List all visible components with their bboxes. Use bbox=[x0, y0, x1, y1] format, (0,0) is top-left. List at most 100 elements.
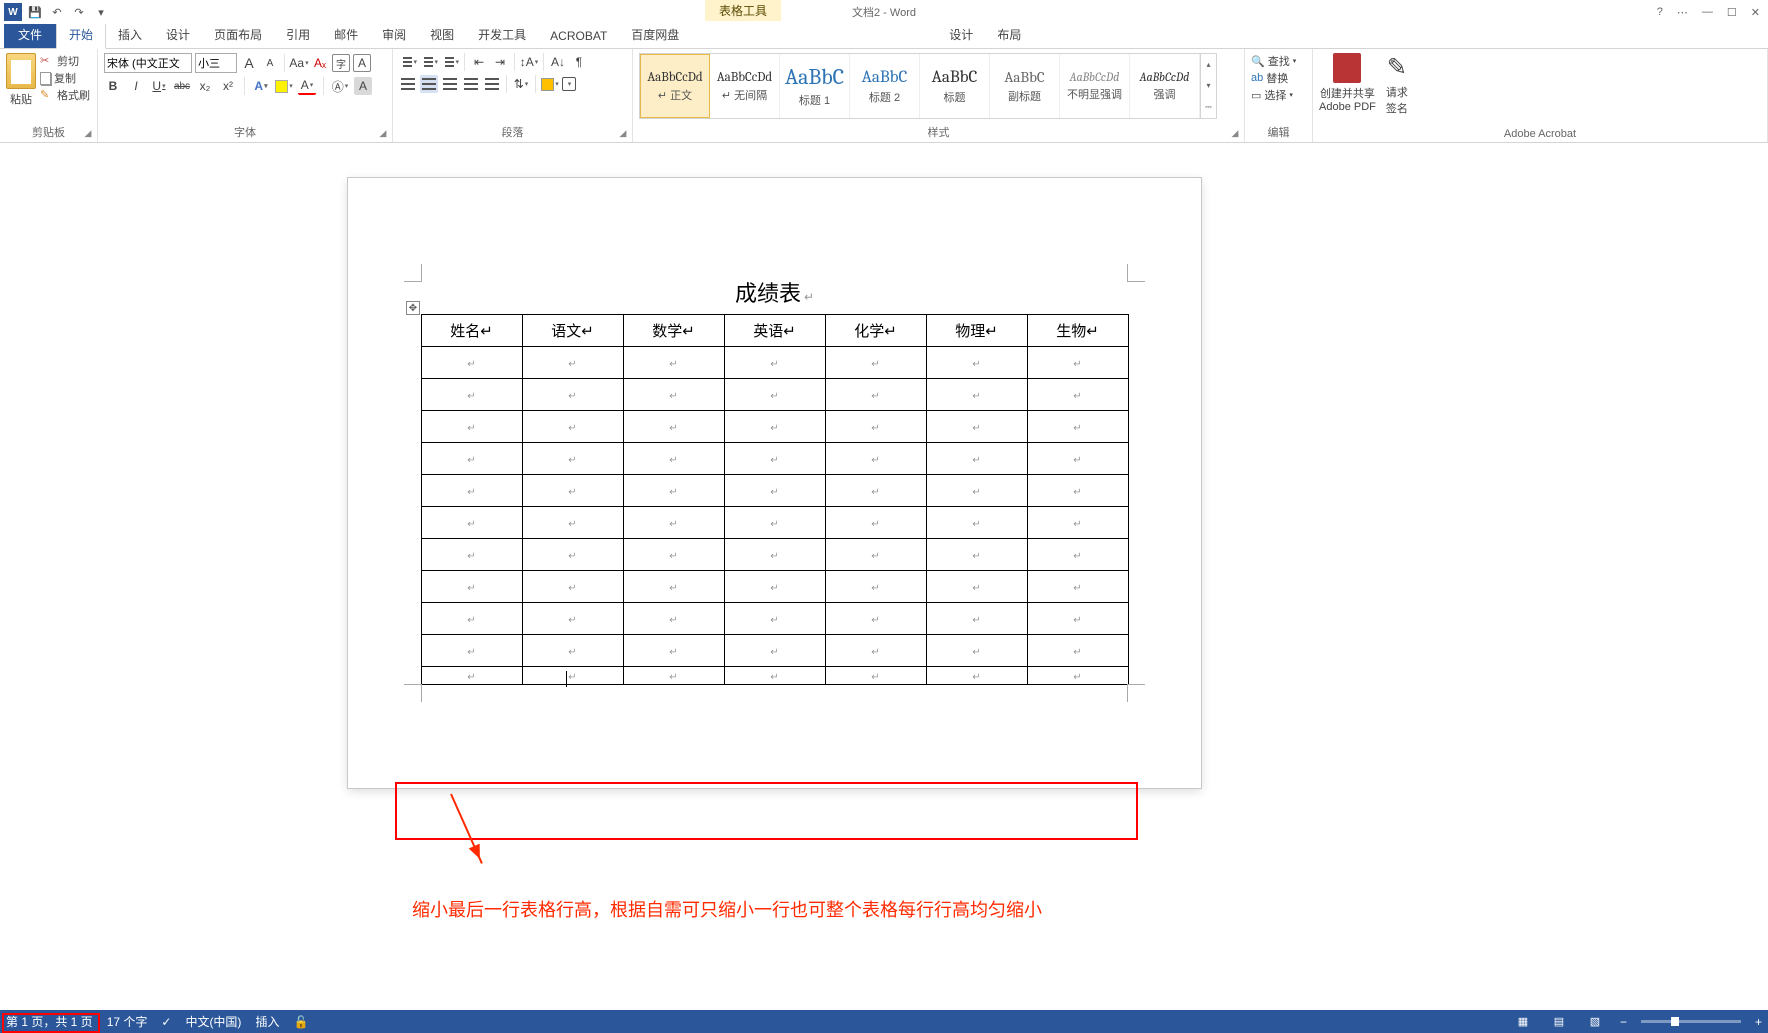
table-header-cell[interactable]: 英语↵ bbox=[724, 315, 825, 347]
table-cell[interactable] bbox=[421, 443, 522, 475]
table-cell[interactable] bbox=[825, 635, 926, 667]
indent-dec-button[interactable]: ⇤ bbox=[470, 53, 488, 71]
table-cell[interactable] bbox=[825, 411, 926, 443]
phonetic-guide-button[interactable]: 字 bbox=[332, 54, 350, 72]
zoom-out-button[interactable]: − bbox=[1620, 1015, 1627, 1029]
help-icon[interactable]: ? bbox=[1657, 6, 1663, 19]
tab-file[interactable]: 文件 bbox=[4, 21, 56, 48]
table-cell[interactable] bbox=[421, 635, 522, 667]
clear-format-button[interactable]: Aₓ bbox=[311, 54, 329, 72]
table-cell[interactable] bbox=[623, 539, 724, 571]
paragraph-launcher[interactable]: ◢ bbox=[616, 126, 630, 140]
table-cell[interactable] bbox=[825, 571, 926, 603]
table-cell[interactable] bbox=[724, 667, 825, 685]
shading-button[interactable] bbox=[541, 75, 559, 93]
find-button[interactable]: 🔍查找▾ bbox=[1251, 53, 1306, 69]
align-right-button[interactable] bbox=[441, 75, 459, 93]
table-cell[interactable] bbox=[522, 539, 623, 571]
italic-button[interactable]: I bbox=[127, 77, 145, 95]
borders-button[interactable] bbox=[562, 77, 576, 91]
text-direction-button[interactable]: ↕A bbox=[520, 53, 538, 71]
style-item[interactable]: AaBbC副标题 bbox=[990, 54, 1060, 118]
align-center-button[interactable] bbox=[420, 75, 438, 93]
minimize-icon[interactable]: — bbox=[1702, 6, 1713, 19]
table-cell[interactable] bbox=[522, 475, 623, 507]
document-area[interactable]: 成绩表 ✥ 姓名↵语文↵数学↵英语↵化学↵物理↵生物↵ 缩小最后一行表格行高，根… bbox=[0, 143, 1768, 1010]
table-cell[interactable] bbox=[421, 507, 522, 539]
shrink-font-button[interactable]: A bbox=[261, 54, 279, 72]
status-proof-icon[interactable]: ✓ bbox=[161, 1015, 171, 1029]
table-cell[interactable] bbox=[623, 507, 724, 539]
table-cell[interactable] bbox=[1027, 603, 1128, 635]
table-cell[interactable] bbox=[522, 507, 623, 539]
table-cell[interactable] bbox=[522, 635, 623, 667]
table-cell[interactable] bbox=[724, 379, 825, 411]
tab-baidu[interactable]: 百度网盘 bbox=[619, 22, 691, 48]
underline-button[interactable]: U bbox=[150, 77, 168, 95]
status-track-icon[interactable]: 🔓 bbox=[293, 1015, 308, 1029]
undo-icon[interactable]: ↶ bbox=[48, 3, 66, 21]
view-read-icon[interactable]: ▦ bbox=[1512, 1014, 1534, 1030]
create-pdf-button[interactable]: 创建并共享Adobe PDF bbox=[1319, 53, 1376, 113]
table-cell[interactable] bbox=[421, 667, 522, 685]
table-cell[interactable] bbox=[926, 539, 1027, 571]
table-cell[interactable] bbox=[825, 539, 926, 571]
style-item[interactable]: AaBbC标题 2 bbox=[850, 54, 920, 118]
table-cell[interactable] bbox=[421, 475, 522, 507]
table-cell[interactable] bbox=[623, 443, 724, 475]
table-cell[interactable] bbox=[1027, 667, 1128, 685]
table-cell[interactable] bbox=[825, 443, 926, 475]
table-cell[interactable] bbox=[522, 411, 623, 443]
table-header-cell[interactable]: 数学↵ bbox=[623, 315, 724, 347]
table-cell[interactable] bbox=[825, 603, 926, 635]
numbering-button[interactable] bbox=[420, 53, 438, 71]
table-cell[interactable] bbox=[421, 603, 522, 635]
page[interactable]: 成绩表 ✥ 姓名↵语文↵数学↵英语↵化学↵物理↵生物↵ bbox=[348, 178, 1201, 788]
table-cell[interactable] bbox=[825, 475, 926, 507]
table-cell[interactable] bbox=[623, 667, 724, 685]
table-cell[interactable] bbox=[421, 411, 522, 443]
table-cell[interactable] bbox=[825, 667, 926, 685]
style-item[interactable]: AaBbCcDd不明显强调 bbox=[1060, 54, 1130, 118]
table-cell[interactable] bbox=[623, 603, 724, 635]
table-cell[interactable] bbox=[623, 379, 724, 411]
table-cell[interactable] bbox=[926, 667, 1027, 685]
zoom-slider[interactable] bbox=[1641, 1020, 1741, 1023]
maximize-icon[interactable]: ☐ bbox=[1727, 6, 1737, 19]
table-cell[interactable] bbox=[1027, 507, 1128, 539]
status-insert-mode[interactable]: 插入 bbox=[255, 1013, 279, 1030]
char-border-button[interactable]: A bbox=[353, 54, 371, 72]
table-cell[interactable] bbox=[724, 507, 825, 539]
table-cell[interactable] bbox=[1027, 539, 1128, 571]
table-cell[interactable] bbox=[926, 411, 1027, 443]
tab-home[interactable]: 开始 bbox=[56, 21, 106, 49]
tab-references[interactable]: 引用 bbox=[274, 22, 322, 48]
grow-font-button[interactable]: A bbox=[240, 54, 258, 72]
table-cell[interactable] bbox=[825, 507, 926, 539]
view-web-icon[interactable]: ▧ bbox=[1584, 1014, 1606, 1030]
table-cell[interactable] bbox=[1027, 475, 1128, 507]
strikethrough-button[interactable]: abc bbox=[173, 77, 191, 95]
font-size-select[interactable] bbox=[195, 53, 237, 73]
tab-review[interactable]: 审阅 bbox=[370, 22, 418, 48]
table-cell[interactable] bbox=[825, 379, 926, 411]
table-cell[interactable] bbox=[1027, 347, 1128, 379]
format-painter-button[interactable]: ✎格式刷 bbox=[40, 87, 90, 103]
view-print-icon[interactable]: ▤ bbox=[1548, 1014, 1570, 1030]
text-effects-button[interactable]: A bbox=[252, 77, 270, 95]
tab-design[interactable]: 设计 bbox=[154, 22, 202, 48]
table-cell[interactable] bbox=[623, 635, 724, 667]
bold-button[interactable]: B bbox=[104, 77, 122, 95]
style-item[interactable]: AaBbC标题 bbox=[920, 54, 990, 118]
table-cell[interactable] bbox=[421, 571, 522, 603]
align-distribute-button[interactable] bbox=[483, 75, 501, 93]
styles-more-button[interactable]: ▴▾⎓ bbox=[1200, 54, 1216, 118]
table-cell[interactable] bbox=[926, 571, 1027, 603]
style-item[interactable]: AaBbCcDd↵ 正文 bbox=[640, 54, 710, 118]
tab-table-layout[interactable]: 布局 bbox=[985, 22, 1033, 48]
table-cell[interactable] bbox=[1027, 635, 1128, 667]
table-cell[interactable] bbox=[522, 667, 623, 685]
table-header-cell[interactable]: 姓名↵ bbox=[421, 315, 522, 347]
style-item[interactable]: AaBbC标题 1 bbox=[780, 54, 850, 118]
table-cell[interactable] bbox=[724, 347, 825, 379]
